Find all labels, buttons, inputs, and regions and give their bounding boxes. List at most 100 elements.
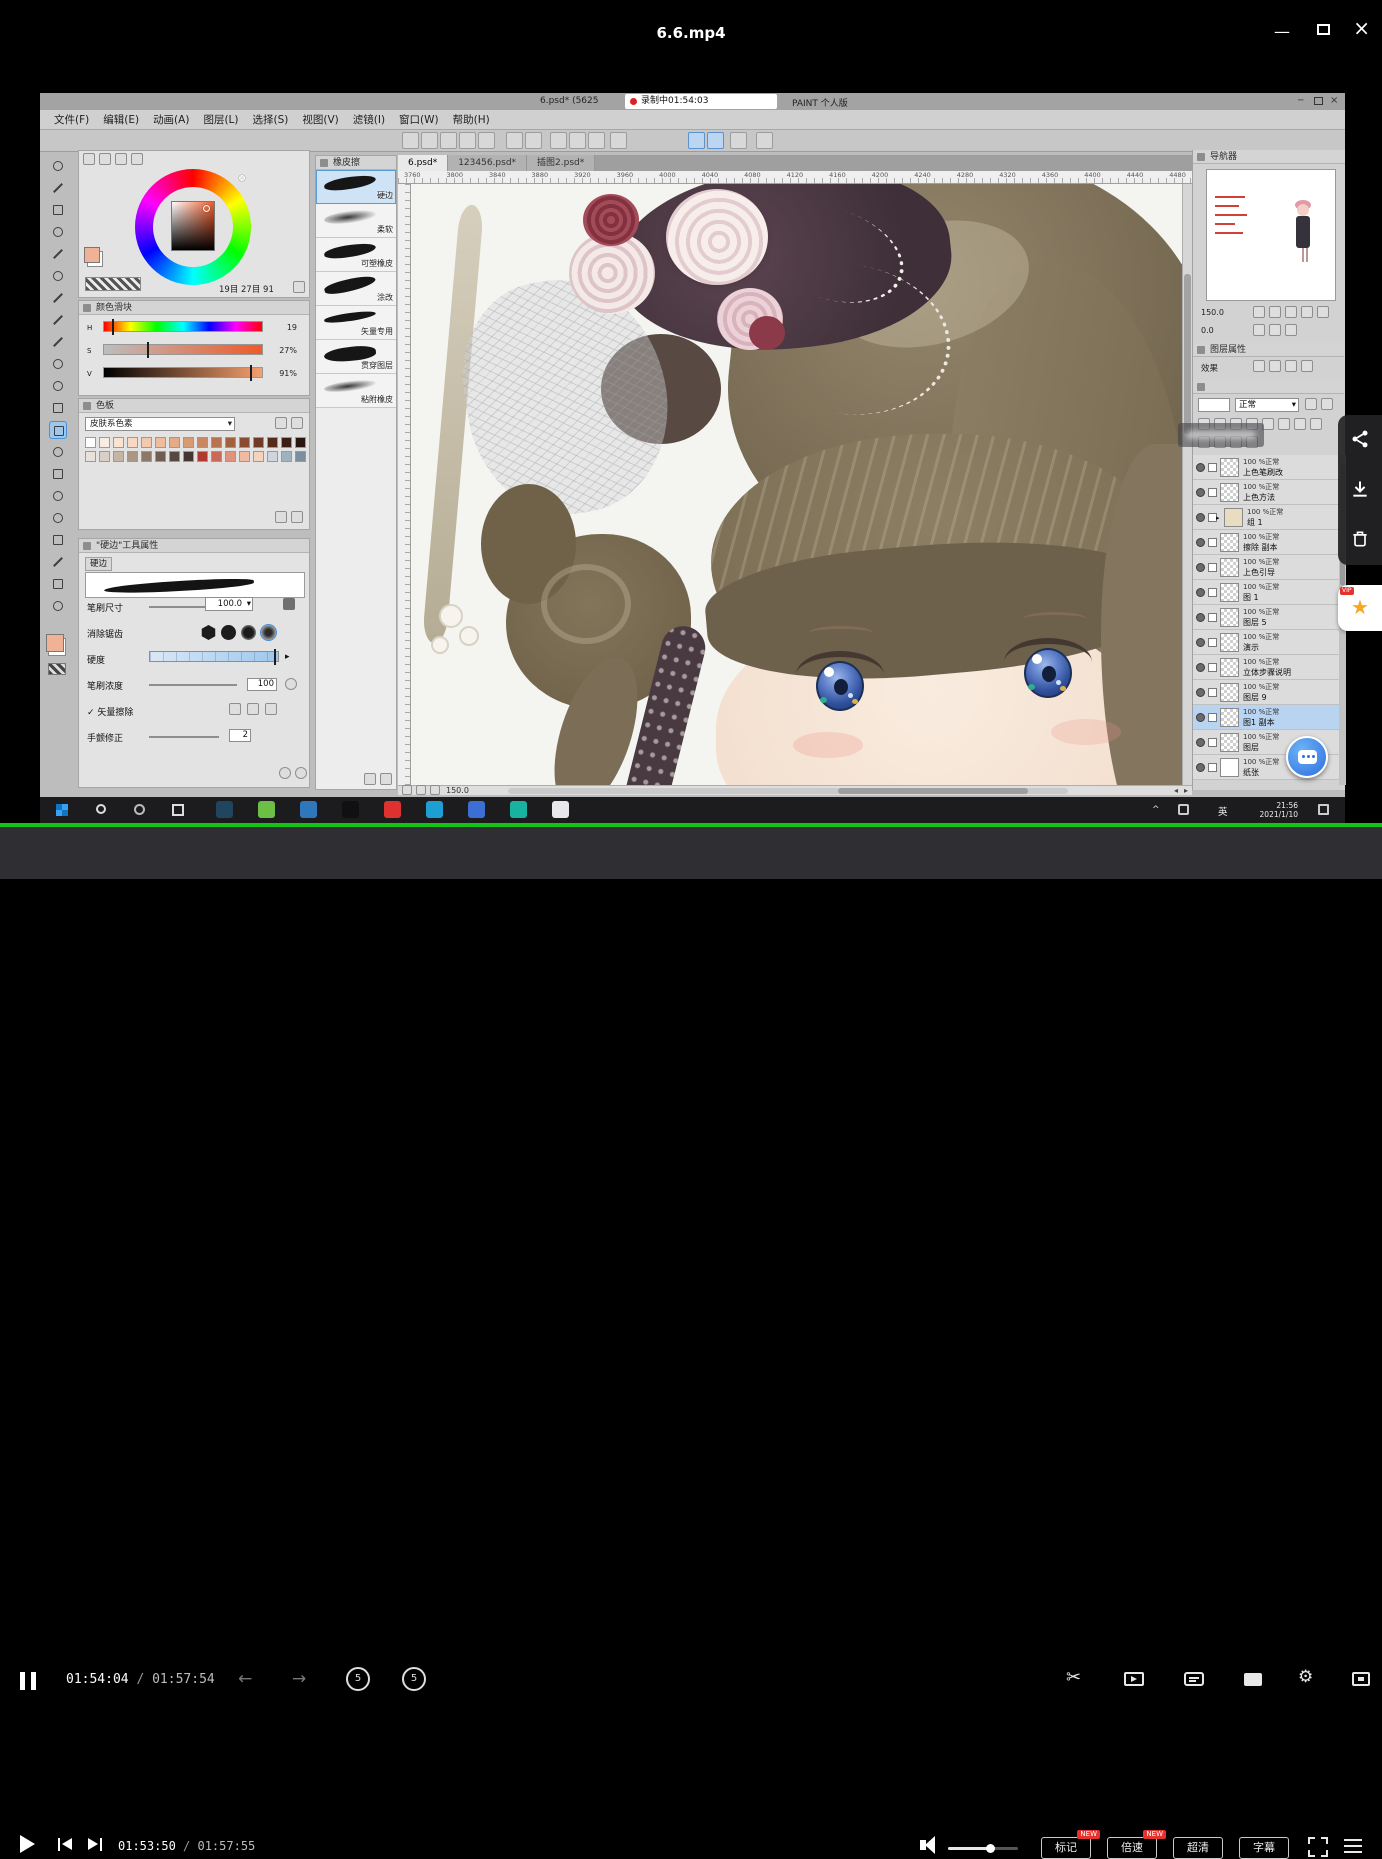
layer-row[interactable]: 100 %正常图层 9 [1193,680,1339,705]
color-swatch[interactable] [127,451,138,462]
hardness-expand-icon[interactable]: ▸ [285,652,290,662]
minimize-icon[interactable]: — [1274,24,1290,40]
balloon-tool-icon[interactable] [49,597,67,615]
watercolor-tool-icon[interactable] [49,377,67,395]
color-swatch[interactable] [281,437,292,448]
color-swatch[interactable] [211,451,222,462]
lasso-tool-icon[interactable] [49,245,67,263]
menu-filter[interactable]: 滤镜(I) [353,112,385,127]
color-swatch[interactable] [253,451,264,462]
palette-add-icon[interactable] [291,417,303,429]
pan-right-icon[interactable]: ▸ [1184,786,1188,795]
color-swatch[interactable] [99,451,110,462]
vertical-scrollbar[interactable] [1182,184,1192,785]
menu-help[interactable]: 帮助(H) [453,112,490,127]
layer-visible-icon[interactable] [1196,488,1205,497]
color-swatch[interactable] [85,451,96,462]
add-property-icon[interactable] [279,767,291,779]
fill-tool-icon[interactable] [49,465,67,483]
pencil-tool-icon[interactable] [49,333,67,351]
layer-checkbox[interactable] [1208,738,1217,747]
taskbar-app-icon[interactable] [552,801,569,818]
effect-extract-line-icon[interactable] [1285,360,1297,372]
value-slider[interactable] [103,367,263,378]
blend-tool-icon[interactable] [49,443,67,461]
palette-set-select[interactable]: 皮肤系色素 ▾ [85,417,235,431]
value-slider-thumb[interactable] [250,365,252,381]
layer-lock-icon[interactable] [1305,398,1317,410]
color-swatch[interactable] [239,437,250,448]
pause-icon[interactable] [20,1672,25,1690]
subtool-item[interactable]: 涂改 [316,272,396,306]
subtool-add-icon[interactable] [364,773,376,785]
rotate-right-icon[interactable] [1269,324,1281,336]
color-swatch[interactable] [85,437,96,448]
vertical-scrollbar-thumb[interactable] [1184,274,1191,434]
antialias-medium-icon[interactable] [241,625,256,640]
property-search-icon[interactable] [295,767,307,779]
export-icon[interactable] [459,132,476,149]
deselect-icon[interactable] [550,132,567,149]
subtool-item[interactable]: 柔软 [316,204,396,238]
color-swatch[interactable] [127,437,138,448]
taskbar-clock[interactable]: 21:56 2021/1/10 [1240,801,1298,819]
color-swatch[interactable] [225,451,236,462]
vector-erase-whole-icon[interactable] [265,703,277,715]
clip-scissors-icon[interactable]: ✂ [1066,1667,1081,1688]
snap-special-icon[interactable] [707,132,724,149]
comment-icon[interactable] [1184,1672,1204,1686]
favorite-tool-button[interactable]: ★ VIP [1338,585,1382,631]
fullscreen-icon[interactable] [1308,1837,1328,1857]
layer-visible-icon[interactable] [1196,463,1205,472]
layer-checkbox[interactable] [1208,463,1217,472]
next-track-icon[interactable] [88,1838,98,1850]
rewind-5s-icon[interactable]: 5 [346,1667,370,1691]
ruler-tool-icon[interactable] [49,553,67,571]
color-set-tab-icon[interactable] [115,153,127,165]
snap-ruler-icon[interactable] [688,132,705,149]
nav-zoom-out-icon[interactable] [1253,306,1265,318]
effect-tone-icon[interactable] [1269,360,1281,372]
nav-zoom-in-icon[interactable] [1269,306,1281,318]
saturation-slider-thumb[interactable] [147,342,149,358]
vector-erase-check[interactable]: ✓ 矢量擦除 [87,705,133,718]
brush-size-options-icon[interactable] [283,598,295,610]
start-button-icon[interactable] [56,804,68,816]
app-close-icon[interactable]: × [1330,95,1338,106]
redo-icon[interactable] [525,132,542,149]
density-slider[interactable] [149,684,237,686]
snap-grid-icon[interactable] [730,132,747,149]
new-file-icon[interactable] [402,132,419,149]
vector-erase-intersect-icon[interactable] [247,703,259,715]
layer-visible-icon[interactable] [1196,638,1205,647]
layer-row[interactable]: 100 %正常上色引导 [1193,555,1339,580]
brush-size-input[interactable]: 100.0 ▾ [205,597,253,611]
color-swatch[interactable] [99,437,110,448]
fit-screen-icon[interactable] [430,785,440,795]
color-swatch[interactable] [295,451,306,462]
app-minimize-icon[interactable]: ─ [1298,96,1303,106]
nav-actual-size-icon[interactable] [1301,306,1313,318]
undo-icon[interactable] [506,132,523,149]
hardness-slider[interactable] [149,651,279,662]
layer-visible-icon[interactable] [1196,688,1205,697]
layer-visible-icon[interactable] [1196,538,1205,547]
color-swatch[interactable] [281,451,292,462]
auto-select-tool-icon[interactable] [49,267,67,285]
hardness-slider-thumb[interactable] [274,649,276,665]
main-color-swatch[interactable] [46,634,64,652]
tray-pen-icon[interactable] [1178,804,1189,815]
color-swatch[interactable] [113,451,124,462]
tray-chevron-icon[interactable]: ^ [1152,805,1160,815]
taskbar-app-icon[interactable] [258,801,275,818]
menu-animation[interactable]: 动画(A) [153,112,189,127]
taskbar-search-icon[interactable] [96,804,106,814]
layer-row[interactable]: 100 %正常上色笔刷改 [1193,455,1339,480]
layer-checkbox[interactable] [1208,663,1217,672]
color-wheel-tab-icon[interactable] [83,153,95,165]
taskbar-app-icon[interactable] [468,801,485,818]
playlist-icon[interactable] [1344,1839,1362,1853]
rotate-left-icon[interactable] [1253,324,1265,336]
color-swatch[interactable] [225,437,236,448]
figure-tool-icon[interactable] [49,509,67,527]
